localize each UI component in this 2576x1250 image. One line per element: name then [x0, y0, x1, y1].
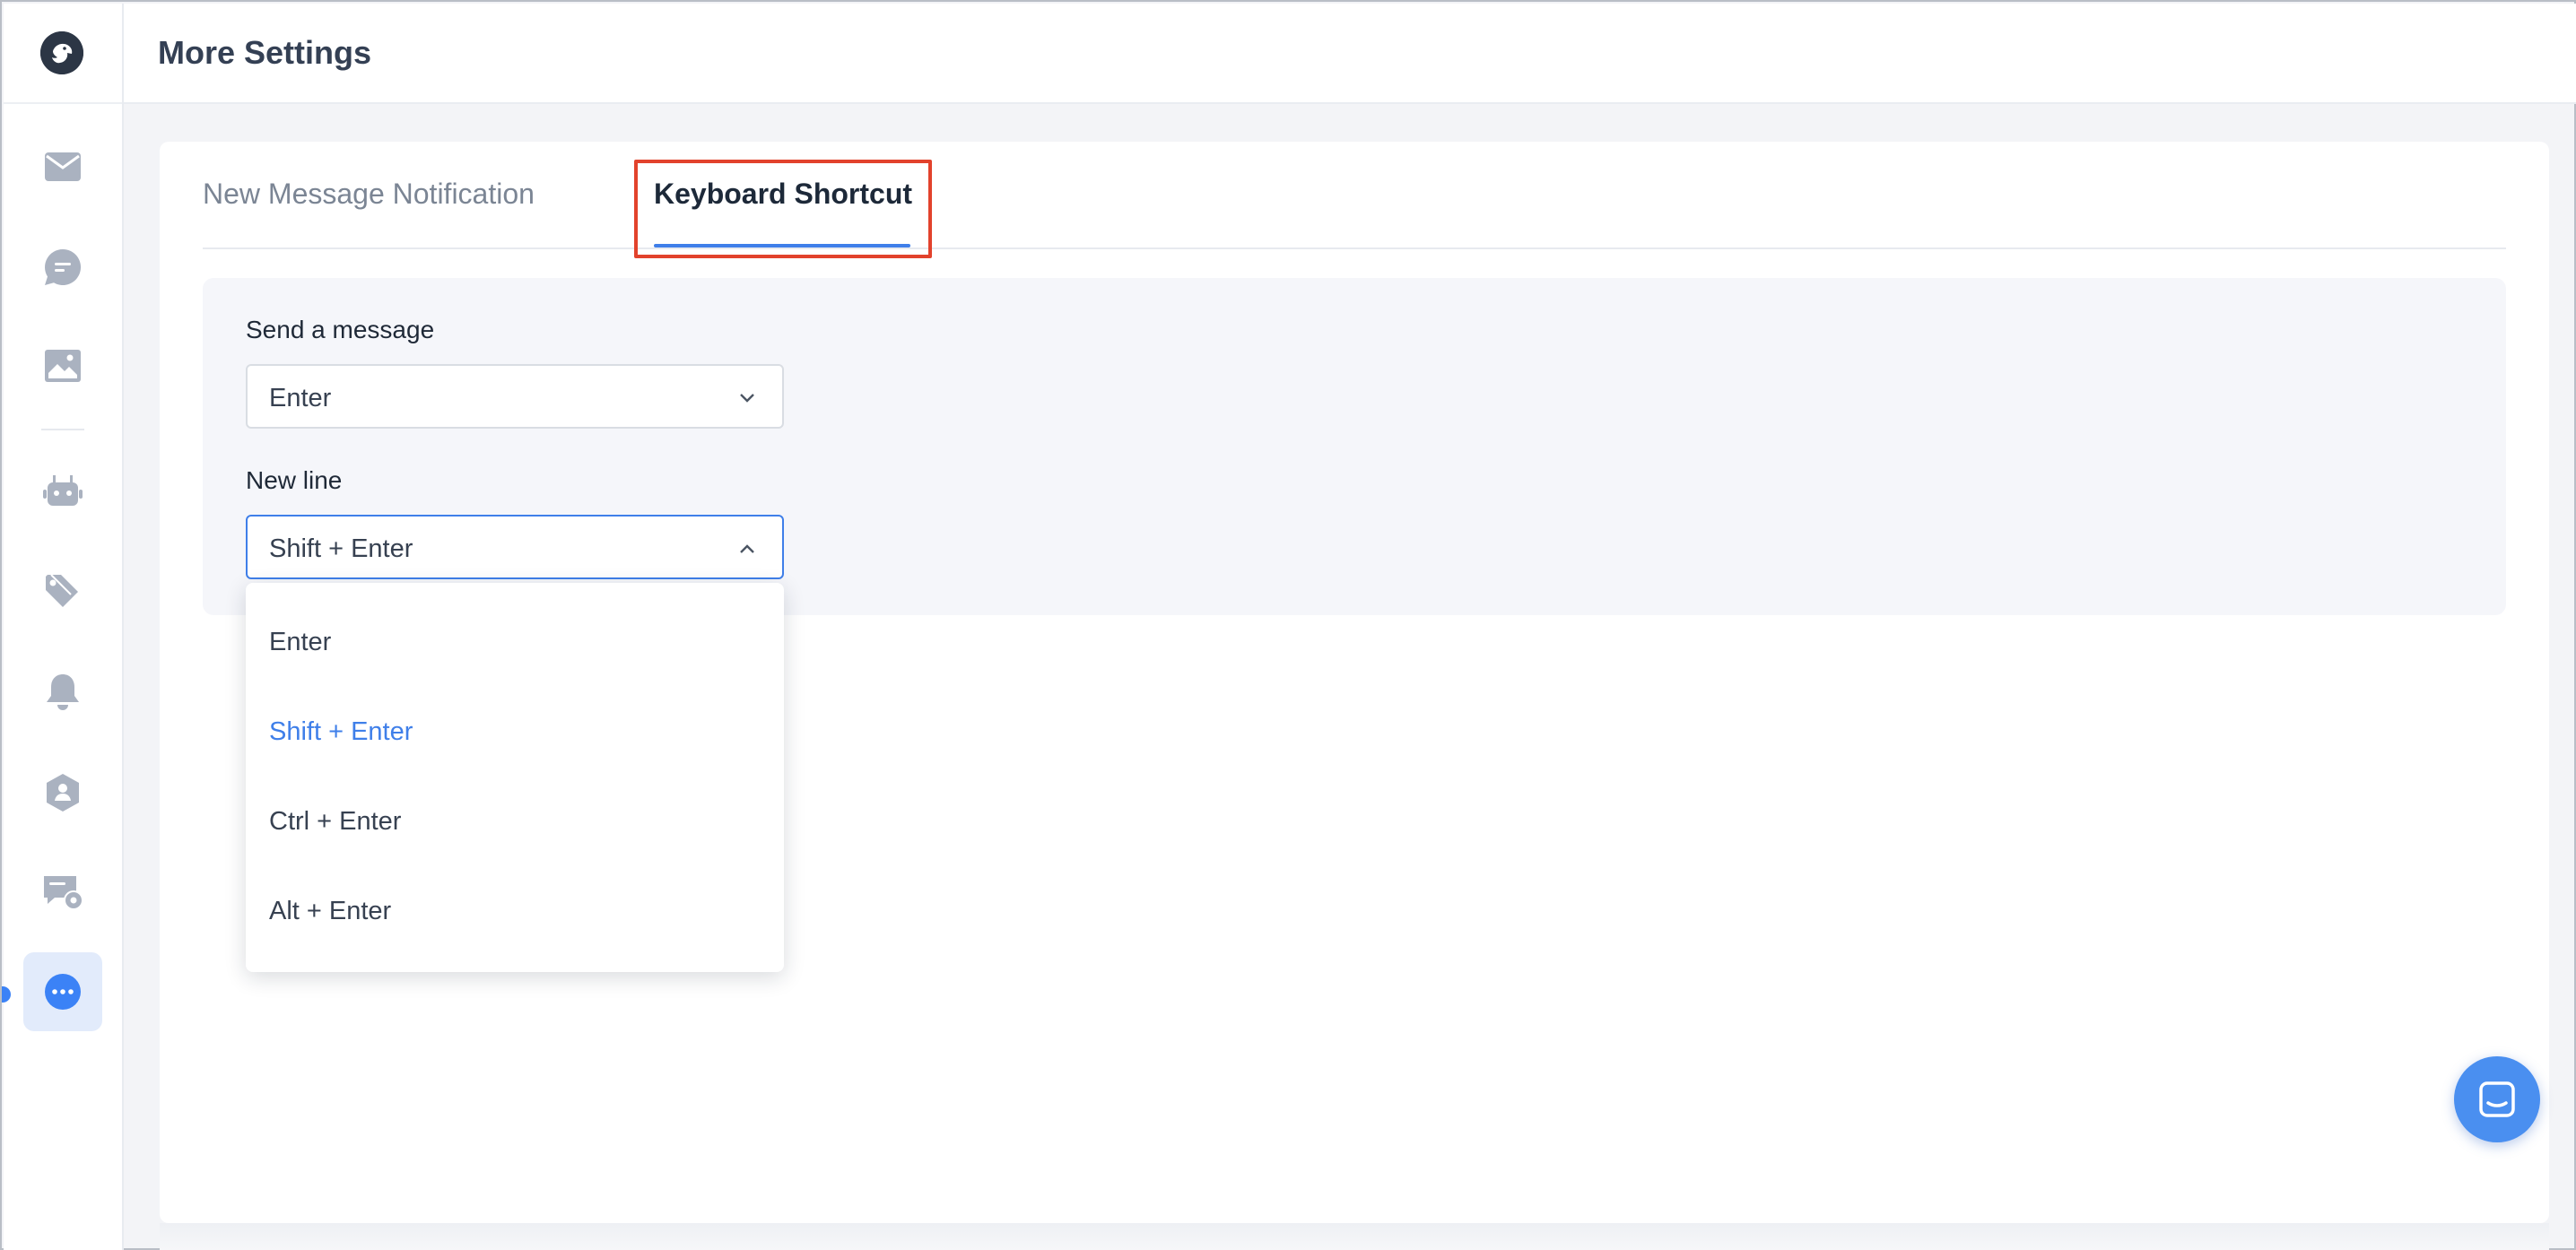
page-title: More Settings — [158, 34, 372, 71]
send-message-select[interactable]: Enter — [246, 364, 784, 429]
sidebar-item-tags[interactable] — [23, 552, 102, 631]
sidebar-item-conversations[interactable] — [23, 228, 102, 307]
dropdown-option-enter[interactable]: Enter — [269, 628, 331, 657]
tab-bar: New Message Notification Keyboard Shortc… — [203, 142, 2506, 258]
chat-bubble-icon — [45, 248, 82, 285]
app-window: More Settings New Message Notification K… — [0, 0, 2576, 1250]
envelope-icon — [45, 152, 81, 181]
sidebar-item-bots[interactable] — [23, 452, 102, 531]
chat-gear-icon — [44, 876, 83, 910]
chat-widget-button[interactable] — [2454, 1056, 2540, 1142]
new-line-select[interactable]: Shift + Enter — [246, 515, 784, 579]
sidebar — [2, 4, 124, 1250]
sidebar-item-notifications[interactable] — [23, 653, 102, 732]
logo-divider — [4, 102, 122, 104]
bell-icon — [47, 674, 79, 710]
shortcut-panel: Send a message Enter New line Shift + En… — [203, 278, 2506, 615]
sidebar-item-more-settings[interactable] — [23, 952, 102, 1031]
chevron-up-icon — [740, 544, 754, 553]
chevron-down-icon — [740, 394, 754, 403]
tags-icon — [46, 574, 78, 607]
send-message-value: Enter — [269, 384, 332, 412]
dropdown-option-shift-enter[interactable]: Shift + Enter — [269, 717, 413, 747]
new-line-label: New line — [246, 466, 343, 494]
chat-window-icon — [2479, 1081, 2515, 1117]
page-header: More Settings — [124, 4, 2576, 104]
new-line-value: Shift + Enter — [269, 534, 413, 563]
send-message-label: Send a message — [246, 316, 435, 343]
active-indicator — [2, 986, 11, 1003]
page-bottom-shade — [160, 1223, 2549, 1250]
sidebar-item-contacts[interactable] — [23, 753, 102, 832]
new-line-dropdown: Enter Shift + Enter Ctrl + Enter Alt + E… — [246, 583, 784, 972]
parrot-logo-icon[interactable] — [40, 31, 83, 74]
sidebar-item-inbox[interactable] — [23, 127, 102, 206]
robot-icon — [43, 475, 83, 506]
ellipsis-circle-icon — [45, 974, 81, 1010]
sidebar-divider — [41, 429, 84, 430]
tab-new-message-notification[interactable]: New Message Notification — [203, 178, 535, 211]
image-icon — [45, 350, 81, 382]
user-shield-icon — [47, 774, 79, 812]
highlight-annotation — [634, 160, 932, 258]
sidebar-item-media[interactable] — [23, 326, 102, 405]
dropdown-option-ctrl-enter[interactable]: Ctrl + Enter — [269, 807, 401, 837]
sidebar-item-chat-settings[interactable] — [23, 852, 102, 931]
dropdown-option-alt-enter[interactable]: Alt + Enter — [269, 897, 391, 926]
